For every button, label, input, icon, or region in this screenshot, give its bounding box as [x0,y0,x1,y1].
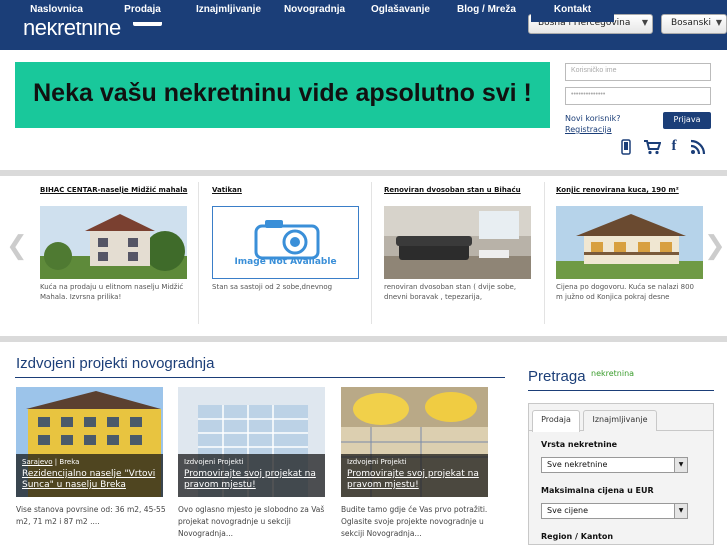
divider [0,170,727,176]
project-photo[interactable]: Izdvojeni Projekti Promovirajte svoj pro… [341,387,488,497]
no-image-placeholder[interactable]: Image Not Available [212,206,359,279]
project-category[interactable]: Izdvojeni Projekti [184,458,319,466]
property-type-value: Sve nekretnine [547,460,608,469]
carousel-next-icon[interactable]: ❯ [704,231,726,261]
login-button[interactable]: Prijava [663,112,711,129]
tab-prodaja[interactable]: Prodaja [532,410,580,432]
search-title: Pretraga [528,368,586,385]
project-caption: Sarajevo | Breka Rezidencijalno naselje … [16,454,163,497]
max-price-select[interactable]: Sve cijene ▼ [541,503,688,519]
nav-kontakt[interactable]: Kontakt [531,0,614,22]
banner-text: Neka vašu nekretninu vide apsolutno svi … [33,79,532,107]
carousel-item-title[interactable]: BIHAĆ CENTAR-naselje Midžić mahala [40,186,190,194]
project-caption: Izdvojeni Projekti Promovirajte svoj pro… [178,454,325,497]
nav-prodaja[interactable]: Prodaja [101,0,184,22]
rss-icon[interactable] [688,136,708,158]
carousel-item-title[interactable]: Konjic renovirana kuca, 190 m² [556,186,706,194]
facebook-icon[interactable]: f [666,136,682,158]
cart-icon[interactable] [641,136,663,158]
property-type-label: Vrsta nekretnine [541,440,618,449]
carousel-item[interactable]: Vatikan Image Not Available Stan sa sast… [212,186,362,291]
new-user-label: Novi korisnik? [565,114,621,123]
property-photo[interactable] [556,206,703,279]
carousel-item-desc: Stan sa sastoji od 2 sobe,dnevnog [212,283,333,291]
nav-blog-mreza[interactable]: Blog / Mreža [445,0,528,22]
carousel-item[interactable]: BIHAĆ CENTAR-naselje Midžić mahala Kuća … [40,186,190,301]
carousel-item-desc: renoviran dvosoban stan ( dvije sobe, dn… [384,283,517,301]
chevron-down-icon: ▼ [674,458,687,472]
chevron-down-icon: ▼ [715,18,722,27]
carousel-separator [198,182,199,324]
register-link[interactable]: Registracija [565,125,612,134]
carousel-prev-icon[interactable]: ❮ [6,231,28,261]
chevron-down-icon: ▼ [641,18,648,27]
tab-iznajmljivanje[interactable]: Iznajmljivanje [583,410,657,431]
property-photo[interactable] [384,206,531,279]
password-input[interactable]: •••••••••••••• [565,87,711,105]
project-link[interactable]: Promovirajte svoj projekat na pravom mje… [184,469,319,491]
chevron-down-icon: ▼ [674,504,687,518]
project-desc: Ovo oglasno mjesto je slobodno za Vaš pr… [178,505,325,538]
nav-naslovnica[interactable]: Naslovnica [15,0,98,22]
project-desc: Budite tamo gdje će Vas prvo potražiti. … [341,505,488,538]
divider [0,336,727,342]
search-subtitle: nekretnina [591,369,635,378]
project-category-sub[interactable]: Breka [59,458,79,466]
carousel-item-title[interactable]: Vatikan [212,186,362,194]
carousel-separator [544,182,545,324]
carousel-item[interactable]: Konjic renovirana kuca, 190 m² Cijena po… [556,186,706,301]
property-type-select[interactable]: Sve nekretnine ▼ [541,457,688,473]
language-select-value: Bosanski [671,18,711,28]
no-image-text: Image Not Available [234,257,337,267]
project-category-link[interactable]: Sarajevo [22,458,53,466]
project-photo[interactable]: Izdvojeni Projekti Promovirajte svoj pro… [178,387,325,497]
max-price-value: Sve cijene [547,506,589,515]
ad-banner[interactable]: Neka vašu nekretninu vide apsolutno svi … [15,62,550,128]
featured-underline [15,377,505,378]
project-desc: Vise stanova povrsine od: 36 m2, 45-55 m… [16,505,166,526]
project-caption: Izdvojeni Projekti Promovirajte svoj pro… [341,454,488,497]
property-photo[interactable] [40,206,187,279]
project-link[interactable]: Rezidencijalno naselje "Vrtovi Sunca" u … [22,469,157,491]
project-link[interactable]: Promovirajte svoj projekat na pravom mje… [347,469,482,491]
nav-iznajmljivanje[interactable]: Iznajmljivanje [187,0,270,22]
region-label: Region / Kanton [541,532,614,541]
carousel-item-desc: Cijena po dogovoru. Kuća se nalazi 800 m… [556,283,695,301]
username-input[interactable]: Korisničko ime [565,63,711,81]
carousel-item-title[interactable]: Renoviran dvosoban stan u Bihaću [384,186,534,194]
featured-title: Izdvojeni projekti novogradnja [16,355,215,372]
carousel-item[interactable]: Renoviran dvosoban stan u Bihaću renovir… [384,186,534,301]
mobile-icon[interactable] [617,136,635,158]
nav-novogradnja[interactable]: Novogradnja [273,0,356,22]
carousel-item-desc: Kuća na prodaju u elitnom naselju Midžić… [40,283,184,301]
search-underline [528,390,714,391]
project-photo[interactable]: Sarajevo | Breka Rezidencijalno naselje … [16,387,163,497]
max-price-label: Maksimalna cijena u EUR [541,486,654,495]
carousel-separator [371,182,372,324]
project-category[interactable]: Izdvojeni Projekti [347,458,482,466]
language-select[interactable]: Bosanski ▼ [661,14,727,34]
nav-oglasavanje[interactable]: Oglašavanje [359,0,442,22]
project-category: Sarajevo | Breka [22,458,80,466]
